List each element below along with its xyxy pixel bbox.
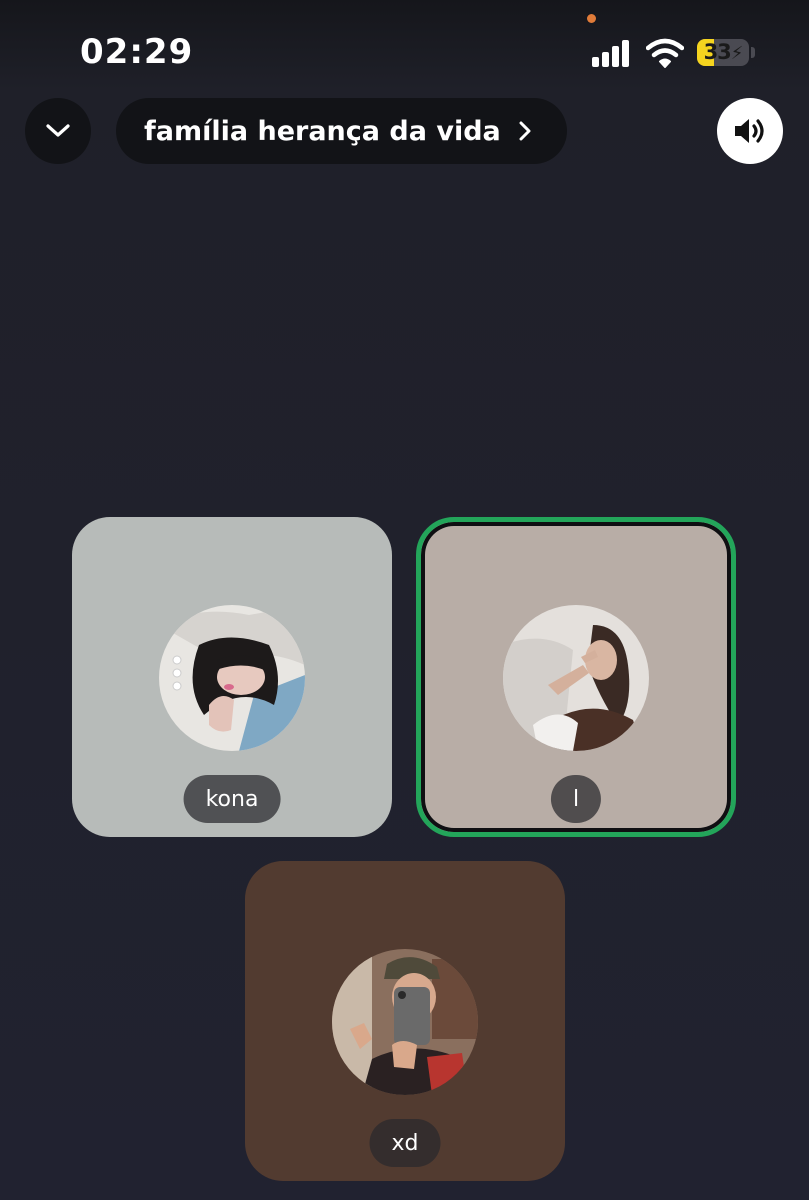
channel-title: família herança da vida xyxy=(144,115,501,147)
cellular-signal-icon xyxy=(592,40,632,67)
participant-tile-l[interactable]: l xyxy=(416,517,736,837)
avatar-photo xyxy=(159,605,305,751)
battery-percent-text: 33⚡ xyxy=(703,40,744,64)
battery-nub xyxy=(751,47,755,58)
participant-tile-kona[interactable]: kona xyxy=(72,517,392,837)
avatar xyxy=(503,605,649,751)
channel-title-button[interactable]: família herança da vida xyxy=(116,98,567,164)
status-time: 02:29 xyxy=(80,32,194,72)
wifi-icon xyxy=(646,38,684,68)
avatar xyxy=(159,605,305,751)
chevron-right-icon xyxy=(519,121,531,141)
participant-tile-xd[interactable]: xd xyxy=(245,861,565,1181)
speaker-icon xyxy=(735,119,764,143)
minimize-call-button[interactable] xyxy=(25,98,91,164)
avatar xyxy=(332,949,478,1095)
chevron-down-icon xyxy=(46,124,70,137)
participant-name: xd xyxy=(369,1119,441,1167)
avatar-photo xyxy=(503,605,649,751)
audio-output-button[interactable] xyxy=(717,98,783,164)
privacy-indicator-dot xyxy=(587,14,596,23)
participant-name: kona xyxy=(183,775,281,823)
participant-name: l xyxy=(550,775,602,823)
avatar-photo xyxy=(332,949,478,1095)
voice-call-screen: 02:29 33⚡ família herança da vida kona l… xyxy=(0,0,809,1200)
battery-icon: 33⚡ xyxy=(697,39,749,66)
